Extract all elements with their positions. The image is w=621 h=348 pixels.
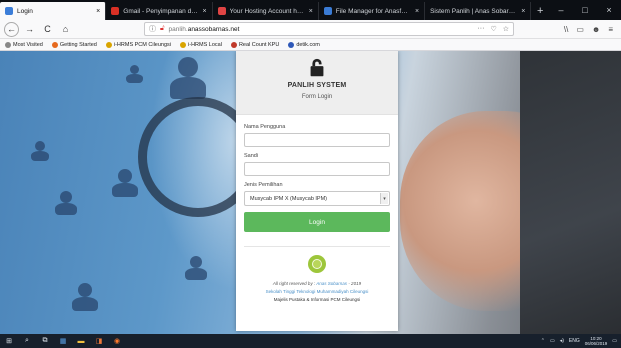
pocket-icon[interactable]: ♡ xyxy=(490,25,496,33)
tab-title: Login xyxy=(17,7,33,15)
file-explorer-icon[interactable]: ▬ xyxy=(76,336,86,346)
gear-icon xyxy=(5,41,11,48)
tab-title: Gmail - Penyimpanan dan Em xyxy=(123,7,199,15)
page-actions-icon[interactable]: ··· xyxy=(477,25,484,33)
tab-file-manager[interactable]: File Manager for Anasfabamas × xyxy=(319,2,426,20)
bookmark-detik[interactable]: detik.com xyxy=(288,41,320,48)
clock-date: 06/06/2019 xyxy=(584,341,608,346)
window-controls: – □ × xyxy=(549,0,621,20)
election-type-select[interactable]: Musycab IPM X (Musycab IPM) ▾ xyxy=(244,191,390,206)
bookmark-most-visited[interactable]: Most Visited xyxy=(5,41,43,48)
password-input[interactable] xyxy=(244,162,390,176)
college-link[interactable]: Sekolah Tinggi Teknologi Muhammadiyah Ci… xyxy=(266,289,369,294)
lock-icon xyxy=(310,58,324,77)
suit-graphic xyxy=(520,51,621,334)
bookmark-real-count-kpu[interactable]: Real Count KPU xyxy=(230,41,279,48)
username-label: Nama Pengguna xyxy=(244,124,286,130)
bookmark-ihrms-local[interactable]: i-HRMS Local xyxy=(180,41,222,48)
firefox-taskbar-icon[interactable]: ◉ xyxy=(112,336,122,346)
election-type-label: Jenis Pemilihan xyxy=(244,182,283,188)
council-text: Majelis Pustaka & Informasi PCM Cileungs… xyxy=(273,297,361,302)
detik-icon xyxy=(288,41,295,48)
ihrms-icon xyxy=(180,41,187,48)
author-link[interactable]: Anas Sobarnas xyxy=(316,281,347,286)
url-bar[interactable]: ⓘ 🔓︎ panlih.anassobarnas.net ··· ♡ ☆ xyxy=(144,22,514,36)
bookmark-getting-started[interactable]: Getting Started xyxy=(51,41,97,48)
language-indicator[interactable]: ENG xyxy=(569,338,580,344)
store-icon[interactable]: ▦ xyxy=(58,336,68,346)
organization-logo xyxy=(308,255,326,273)
login-card: PANLIH SYSTEM Form Login Nama Pengguna S… xyxy=(236,51,398,331)
close-icon[interactable]: × xyxy=(415,8,419,15)
hosting-favicon-icon xyxy=(217,7,226,15)
file-manager-favicon-icon xyxy=(323,7,332,15)
window-close-button[interactable]: × xyxy=(597,0,621,20)
windows-start-icon[interactable]: ⊞ xyxy=(4,336,14,346)
back-button[interactable]: ← xyxy=(4,21,19,37)
search-icon[interactable]: ⌕ xyxy=(22,336,32,346)
tray-expand-icon[interactable]: ⌃ xyxy=(541,338,545,344)
password-label: Sandi xyxy=(244,153,259,159)
home-button[interactable]: ⌂ xyxy=(58,22,73,37)
battery-icon[interactable]: ▭ xyxy=(550,338,555,344)
login-footer: All right reserved by : Anas Sobarnas - … xyxy=(236,247,398,302)
tab-title: Your Hosting Account has be xyxy=(229,7,305,15)
tab-login[interactable]: Login × xyxy=(0,2,107,20)
minimize-button[interactable]: – xyxy=(549,0,573,20)
close-icon[interactable]: × xyxy=(309,8,313,15)
new-tab-button[interactable]: + xyxy=(531,2,549,20)
form-subtitle: Form Login xyxy=(301,94,333,100)
account-icon[interactable]: ☻ xyxy=(592,25,600,34)
ihrms-icon xyxy=(105,41,112,48)
kpu-icon xyxy=(230,41,237,48)
close-icon[interactable]: × xyxy=(521,8,525,15)
library-icon[interactable]: \\ xyxy=(564,25,568,34)
close-icon[interactable]: × xyxy=(202,8,206,15)
tab-hosting[interactable]: Your Hosting Account has be × xyxy=(213,2,319,20)
gmail-favicon-icon xyxy=(111,7,120,15)
toolbar-right: \\ ▭ ☻ ≡ xyxy=(564,25,617,34)
url-text: panlih.anassobarnas.net xyxy=(168,25,240,33)
election-type-value: Musycab IPM X (Musycab IPM) xyxy=(250,195,328,202)
tab-gmail[interactable]: Gmail - Penyimpanan dan Em × xyxy=(106,2,213,20)
tab-strip: Login × Gmail - Penyimpanan dan Em × You… xyxy=(0,0,621,20)
tab-title: File Manager for Anasfabamas xyxy=(335,7,411,15)
menu-icon[interactable]: ≡ xyxy=(608,25,613,34)
sidebar-icon[interactable]: ▭ xyxy=(576,25,584,34)
bookmark-star-icon[interactable]: ☆ xyxy=(503,25,509,33)
firefox-icon xyxy=(51,41,58,48)
reload-button[interactable]: C xyxy=(40,22,55,37)
system-title: PANLIH SYSTEM xyxy=(287,82,347,89)
system-tray: ⌃ ▭ ◂) ENG 10:20 06/06/2019 ▭ xyxy=(541,336,617,347)
bookmark-ihrms-pcm[interactable]: i-HRMS PCM Cileungsi xyxy=(105,41,171,48)
windows-taskbar: ⊞ ⌕ ⧉ ▦ ▬ ◨ ◉ ⌃ ▭ ◂) ENG 10:20 06/06/201… xyxy=(0,334,621,348)
login-favicon-icon xyxy=(5,7,13,15)
volume-icon[interactable]: ◂) xyxy=(560,338,564,344)
insecure-lock-icon[interactable]: 🔓︎ xyxy=(160,25,165,33)
xampp-icon[interactable]: ◨ xyxy=(94,336,104,346)
tab-sistem-panlih[interactable]: Sistem Panlih | Anas Sobarnas × xyxy=(425,2,532,20)
login-form: Nama Pengguna Sandi Jenis Pemilihan Musy… xyxy=(236,115,398,232)
task-view-icon[interactable]: ⧉ xyxy=(40,336,50,346)
navigation-bar: ← → C ⌂ ⓘ 🔓︎ panlih.anassobarnas.net ···… xyxy=(0,20,621,39)
username-input[interactable] xyxy=(244,133,390,147)
login-button[interactable]: Login xyxy=(244,212,390,232)
notifications-icon[interactable]: ▭ xyxy=(612,338,617,344)
url-tools: ··· ♡ ☆ xyxy=(477,25,509,33)
close-icon[interactable]: × xyxy=(96,8,100,15)
chevron-down-icon[interactable]: ▾ xyxy=(380,193,388,204)
clock[interactable]: 10:20 06/06/2019 xyxy=(585,336,608,347)
copyright-text: All right reserved by : Anas Sobarnas - … xyxy=(272,281,362,286)
info-icon[interactable]: ⓘ xyxy=(149,24,156,34)
page-background: PANLIH SYSTEM Form Login Nama Pengguna S… xyxy=(0,51,621,334)
forward-button[interactable]: → xyxy=(22,22,37,37)
login-card-header: PANLIH SYSTEM Form Login xyxy=(236,51,398,115)
bookmarks-bar: Most Visited Getting Started i-HRMS PCM … xyxy=(0,39,621,51)
tab-title: Sistem Panlih | Anas Sobarnas xyxy=(430,7,518,15)
maximize-button[interactable]: □ xyxy=(573,0,597,20)
